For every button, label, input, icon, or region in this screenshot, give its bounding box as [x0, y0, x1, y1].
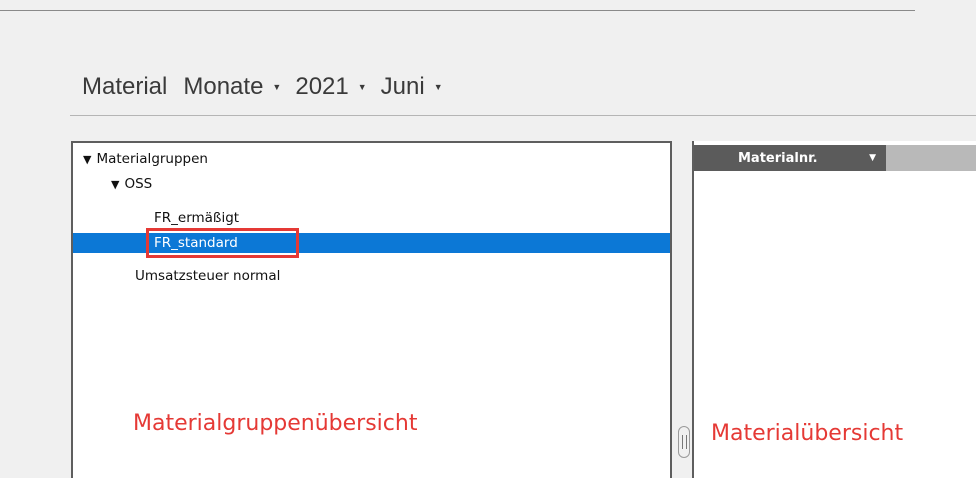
tree-item-umsatzsteuer-normal[interactable]: Umsatzsteuer normal [73, 266, 670, 286]
tree-item-fr-ermaessigt[interactable]: FR_ermäßigt [73, 208, 670, 228]
tree-item-label: Materialgruppen [96, 151, 208, 167]
top-divider [0, 10, 915, 11]
expand-triangle-icon[interactable]: ▼ [83, 153, 91, 166]
breadcrumb-header: Material Monate ▼ 2021 ▼ Juni ▼ [82, 70, 457, 104]
tree-panel-caption: Materialgruppenübersicht [133, 411, 418, 436]
chevron-down-icon: ▼ [357, 82, 367, 92]
grip-icon [681, 435, 687, 449]
column-filter-dropdown-icon[interactable]: ▼ [869, 153, 876, 163]
tree-item-materialgruppen[interactable]: ▼ Materialgruppen [73, 149, 670, 169]
chevron-down-icon: ▼ [272, 82, 282, 92]
tree-item-fr-standard[interactable]: FR_standard [73, 233, 670, 253]
grid-header-row: Materialnr. ▼ [694, 145, 976, 171]
tree-item-label: OSS [124, 176, 153, 192]
month-label: Juni [380, 73, 425, 100]
month-dropdown[interactable]: Juni ▼ [381, 73, 443, 101]
grid-panel-caption: Materialübersicht [711, 421, 904, 446]
year-dropdown[interactable]: 2021 ▼ [295, 73, 366, 101]
expand-triangle-icon[interactable]: ▼ [111, 178, 119, 191]
tree-item-label: FR_standard [154, 235, 238, 251]
column-header-label: Materialnr. [738, 150, 818, 166]
tree-item-label: Umsatzsteuer normal [135, 268, 281, 284]
page-title: Material [82, 73, 168, 100]
chevron-down-icon: ▼ [433, 82, 443, 92]
header-divider [70, 115, 976, 116]
period-type-dropdown[interactable]: Monate ▼ [183, 73, 281, 101]
period-type-label: Monate [183, 73, 264, 100]
tree-item-label: FR_ermäßigt [154, 210, 240, 226]
tree-item-oss[interactable]: ▼ OSS [73, 174, 670, 194]
year-label: 2021 [295, 73, 349, 100]
column-header-materialnr[interactable]: Materialnr. ▼ [694, 145, 886, 171]
panel-splitter-handle[interactable] [678, 426, 690, 458]
